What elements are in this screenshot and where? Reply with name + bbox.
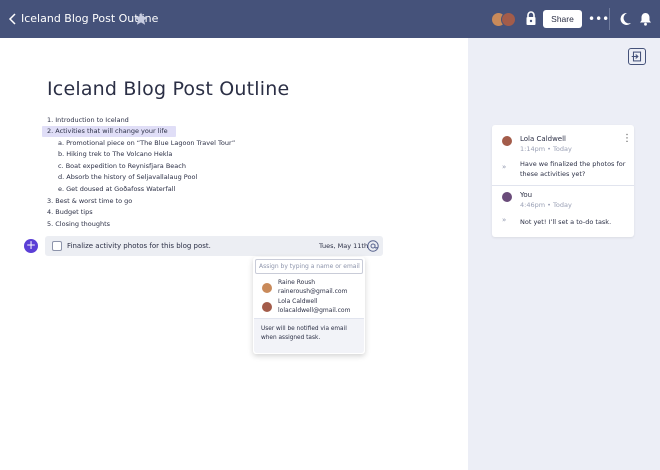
user-option-name[interactable]: Lola Caldwell bbox=[278, 298, 317, 305]
task-due-date[interactable]: Tues, May 11th bbox=[319, 242, 368, 250]
avatar bbox=[262, 302, 272, 312]
outline-item[interactable]: d. Absorb the history of Seljavallalaug … bbox=[58, 172, 197, 182]
user-option-email[interactable]: lolacaldwell@gmail.com bbox=[278, 307, 350, 314]
more-options-icon[interactable]: ••• bbox=[588, 11, 609, 27]
dark-mode-moon-icon[interactable] bbox=[618, 11, 632, 27]
notifications-bell-icon[interactable] bbox=[639, 11, 652, 27]
comments-panel bbox=[468, 38, 660, 470]
assign-note: User will be notified via email when ass… bbox=[261, 326, 347, 341]
assign-search-input[interactable] bbox=[255, 259, 363, 274]
outline-item[interactable]: c. Boat expedition to Reynisfjara Beach bbox=[58, 161, 186, 171]
top-bar: Iceland Blog Post Outline Share ••• bbox=[0, 0, 660, 38]
outline-item[interactable]: b. Hiking trek to The Volcano Hekla bbox=[58, 149, 172, 159]
avatar bbox=[502, 192, 512, 202]
outline-item[interactable]: 5. Closing thoughts bbox=[47, 219, 110, 229]
comment-author: Lola Caldwell bbox=[520, 135, 567, 143]
avatar bbox=[502, 136, 512, 146]
back-arrow-icon[interactable] bbox=[8, 11, 18, 27]
comment-text: Have we finalized the photos for these a… bbox=[520, 160, 626, 178]
task-checkbox[interactable] bbox=[52, 241, 62, 251]
outline-item[interactable]: 2. Activities that will change your life bbox=[47, 126, 168, 136]
lock-icon[interactable] bbox=[525, 11, 537, 26]
comment-time: 1:14pm • Today bbox=[520, 145, 572, 153]
reply-icon: » bbox=[502, 163, 507, 171]
outline-item[interactable]: 4. Budget tips bbox=[47, 207, 93, 217]
reply-icon: » bbox=[502, 216, 507, 224]
favorite-star-icon[interactable] bbox=[133, 11, 149, 27]
divider bbox=[492, 185, 634, 186]
outline-item[interactable]: a. Promotional piece on “The Blue Lagoon… bbox=[58, 138, 235, 148]
avatar bbox=[262, 283, 272, 293]
comment-menu-icon[interactable]: ⋮ bbox=[622, 134, 632, 144]
add-block-button[interactable]: + bbox=[24, 239, 38, 253]
assign-mention-icon[interactable] bbox=[367, 240, 379, 252]
comment-author: You bbox=[520, 191, 533, 199]
outline-item[interactable]: e. Get doused at Goðafoss Waterfall bbox=[58, 184, 175, 194]
outline-item[interactable]: 3. Best & worst time to go bbox=[47, 196, 132, 206]
share-button[interactable]: Share bbox=[543, 10, 582, 28]
collaborator-avatars[interactable] bbox=[491, 12, 517, 27]
user-option-name[interactable]: Raine Roush bbox=[278, 279, 315, 286]
comment-time: 4:46pm • Today bbox=[520, 201, 572, 209]
divider bbox=[609, 8, 610, 30]
page-title: Iceland Blog Post Outline bbox=[47, 78, 290, 100]
user-option-email[interactable]: raineroush@gmail.com bbox=[278, 288, 347, 295]
outline-item[interactable]: 1. Introduction to Iceland bbox=[47, 115, 129, 125]
avatar bbox=[501, 12, 516, 27]
task-text[interactable]: Finalize activity photos for this blog p… bbox=[67, 242, 211, 250]
comment-text: Not yet! I’ll set a to-do task. bbox=[520, 218, 612, 226]
collapse-panel-icon[interactable] bbox=[628, 48, 646, 65]
